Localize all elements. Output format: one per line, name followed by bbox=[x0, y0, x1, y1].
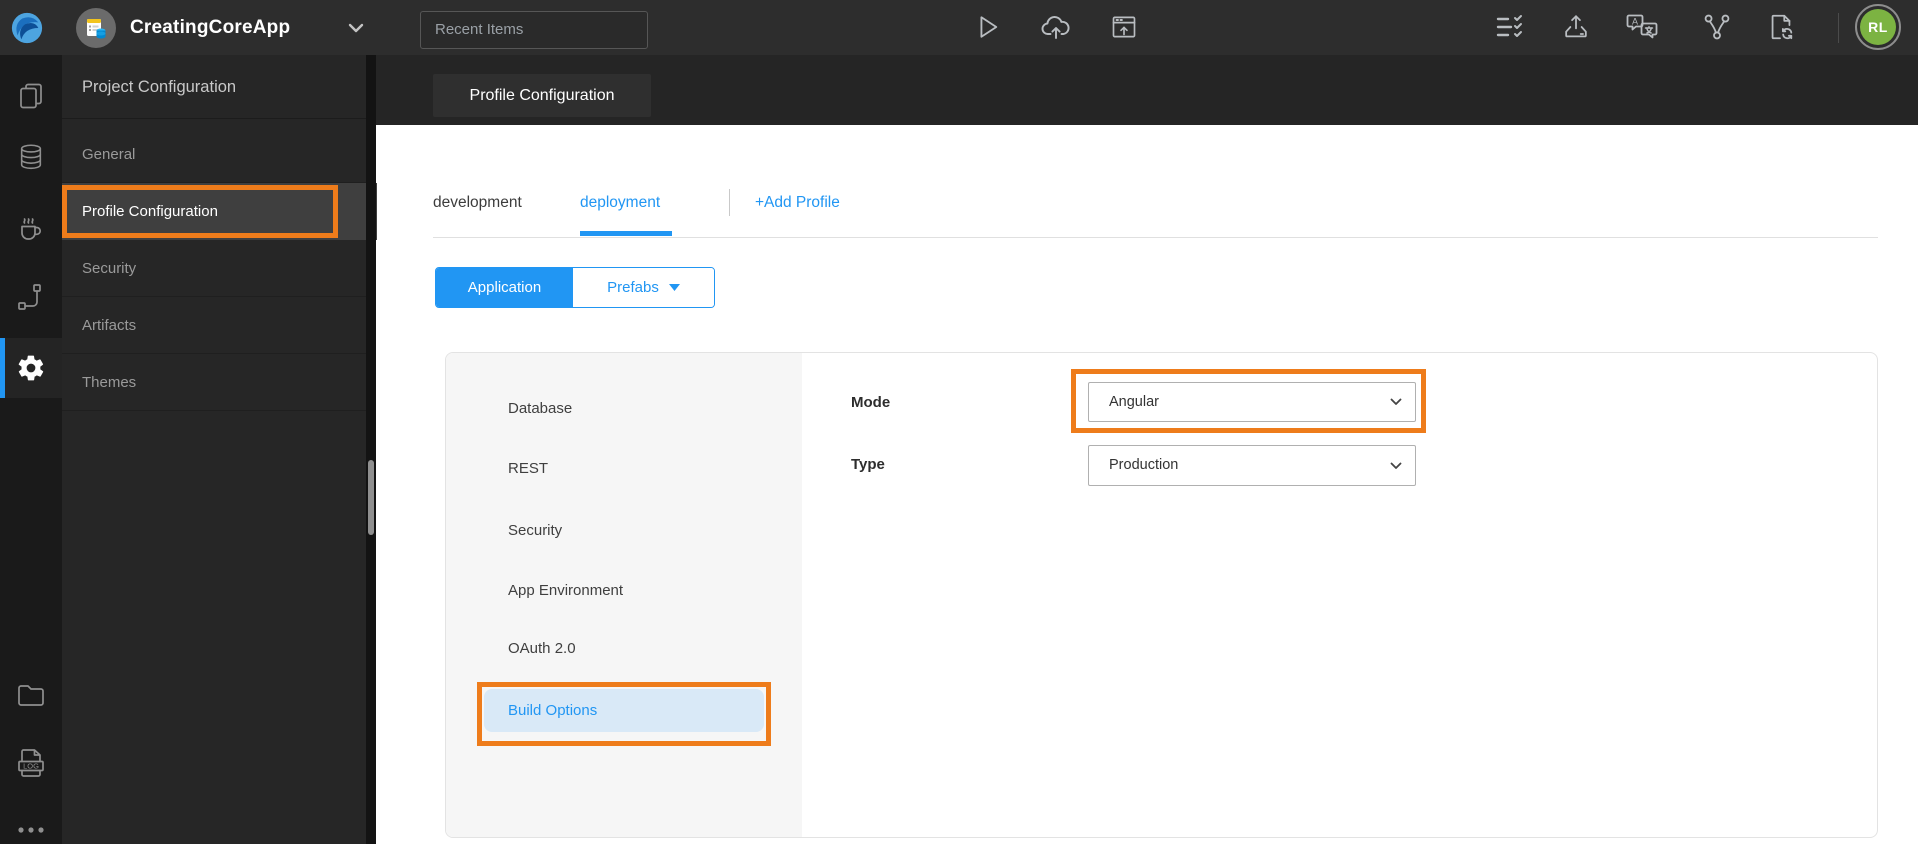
export-project-icon[interactable] bbox=[1560, 11, 1592, 43]
logs-icon[interactable]: LOG bbox=[0, 747, 62, 779]
wavemaker-logo-icon[interactable] bbox=[10, 11, 44, 45]
left-icon-rail: LOG bbox=[0, 55, 62, 844]
panel-title: Project Configuration bbox=[62, 55, 366, 119]
sidebar-item-general[interactable]: General bbox=[62, 126, 366, 183]
settings-nav-app-environment[interactable]: App Environment bbox=[484, 569, 764, 613]
chevron-down-icon bbox=[1389, 459, 1403, 473]
settings-nav-security[interactable]: Security bbox=[484, 509, 764, 553]
type-select-value: Production bbox=[1109, 457, 1179, 473]
segment-application[interactable]: Application bbox=[436, 268, 573, 307]
translate-letter: A bbox=[1632, 17, 1638, 27]
log-icon-label: LOG bbox=[23, 762, 39, 771]
add-profile-button[interactable]: +Add Profile bbox=[755, 190, 840, 216]
deploy-cloud-upload-icon[interactable] bbox=[1040, 11, 1072, 43]
prefabs-caret-icon bbox=[668, 284, 680, 291]
panel-scrollbar-thumb[interactable] bbox=[368, 460, 374, 535]
pages-icon[interactable] bbox=[0, 82, 62, 110]
recent-items-placeholder: Recent Items bbox=[435, 21, 524, 38]
profile-tab-deployment[interactable]: deployment bbox=[580, 190, 660, 216]
user-avatar-initials: RL bbox=[1860, 9, 1896, 45]
user-avatar[interactable]: RL bbox=[1855, 4, 1901, 50]
project-type-icon[interactable] bbox=[76, 8, 116, 48]
scope-segmented-control: Application Prefabs bbox=[435, 267, 715, 308]
settings-nav-database[interactable]: Database bbox=[484, 387, 764, 431]
database-icon[interactable] bbox=[0, 143, 62, 171]
release-checklist-icon[interactable] bbox=[1494, 11, 1526, 43]
chevron-down-icon bbox=[1389, 395, 1403, 409]
preview-window-icon[interactable] bbox=[1108, 11, 1140, 43]
settings-nav-rest[interactable]: REST bbox=[484, 447, 764, 491]
type-label: Type bbox=[851, 456, 885, 473]
settings-nav-oauth[interactable]: OAuth 2.0 bbox=[484, 627, 764, 671]
segment-prefabs-label: Prefabs bbox=[607, 279, 659, 296]
type-select[interactable]: Production bbox=[1088, 445, 1416, 486]
file-explorer-folder-icon[interactable] bbox=[0, 682, 62, 708]
app-name[interactable]: CreatingCoreApp bbox=[130, 0, 290, 55]
panel-scrollbar-track bbox=[366, 55, 376, 844]
main-content: Profile Configuration development deploy… bbox=[376, 55, 1918, 844]
tab-profile-configuration[interactable]: Profile Configuration bbox=[433, 74, 651, 117]
settings-nav: Database REST Security App Environment O… bbox=[446, 353, 802, 837]
app-window: CreatingCoreApp Recent Items A RL LOG Pr… bbox=[0, 0, 1918, 844]
segment-prefabs[interactable]: Prefabs bbox=[573, 268, 714, 307]
topbar-divider bbox=[1838, 13, 1839, 43]
sidebar-item-artifacts[interactable]: Artifacts bbox=[62, 297, 366, 354]
more-options-icon[interactable] bbox=[0, 826, 62, 834]
sidebar-item-themes[interactable]: Themes bbox=[62, 354, 366, 411]
run-app-icon[interactable] bbox=[971, 11, 1003, 43]
sync-project-icon[interactable] bbox=[1765, 11, 1797, 43]
profile-tab-development[interactable]: development bbox=[433, 190, 522, 216]
tabs-divider-line bbox=[433, 237, 1878, 238]
app-switcher-chevron-icon[interactable] bbox=[348, 21, 364, 35]
sidebar-item-profile-configuration[interactable]: Profile Configuration bbox=[62, 183, 377, 240]
top-bar: CreatingCoreApp Recent Items A RL bbox=[0, 0, 1918, 55]
profile-settings-card: Database REST Security App Environment O… bbox=[445, 352, 1878, 838]
settings-gear-icon[interactable] bbox=[0, 353, 62, 383]
editor-tab-strip: Profile Configuration bbox=[376, 55, 1918, 125]
sidebar-item-security[interactable]: Security bbox=[62, 240, 366, 297]
recent-items-input[interactable]: Recent Items bbox=[420, 11, 648, 49]
mode-select[interactable]: Angular bbox=[1088, 382, 1416, 422]
apis-connector-icon[interactable] bbox=[0, 282, 62, 312]
java-services-icon[interactable] bbox=[0, 213, 62, 243]
mode-label: Mode bbox=[851, 394, 891, 411]
translate-icon[interactable]: A bbox=[1626, 11, 1658, 43]
mode-select-value: Angular bbox=[1109, 394, 1159, 410]
tab-separator bbox=[729, 189, 730, 216]
settings-nav-build-options[interactable]: Build Options bbox=[484, 689, 764, 732]
project-configuration-panel: Project Configuration General Profile Co… bbox=[62, 55, 377, 844]
version-control-icon[interactable] bbox=[1701, 11, 1733, 43]
active-tab-underline bbox=[580, 231, 672, 236]
